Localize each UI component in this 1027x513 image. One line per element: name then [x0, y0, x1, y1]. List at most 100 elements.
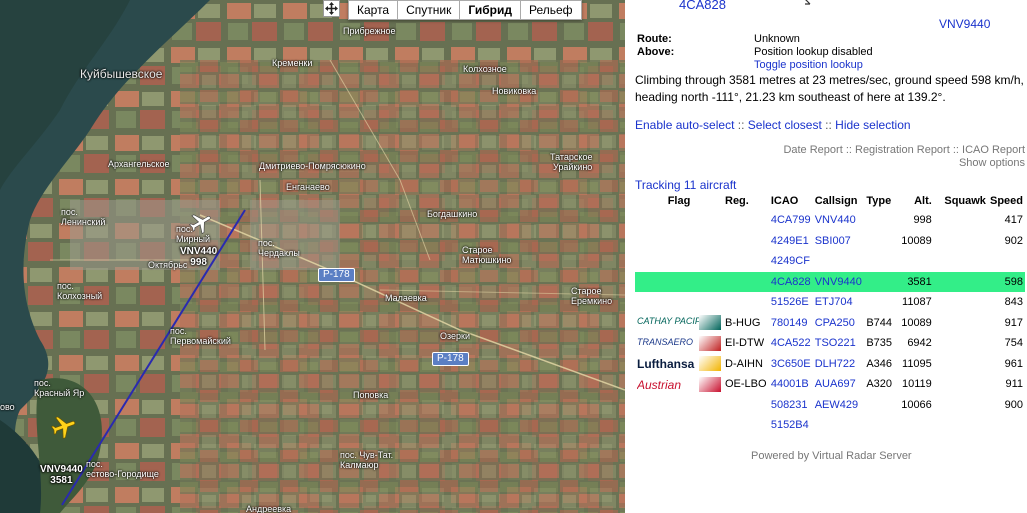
enable-auto-select-link[interactable]: Enable auto-select	[635, 118, 734, 132]
info-row: Route: Unknown	[637, 33, 873, 46]
cell-registration	[723, 271, 769, 292]
col-speed[interactable]: Speed	[988, 192, 1025, 210]
aircraft-row[interactable]: 4CA799 VNV440 998 417	[635, 210, 1025, 231]
aircraft-label: VNV9440 3581	[40, 464, 83, 486]
place-label: Куйбышевское	[80, 67, 163, 81]
info-key: Route:	[637, 33, 672, 45]
cell-speed	[988, 251, 1025, 272]
col-alt[interactable]: Alt.	[898, 192, 934, 210]
cell-squawk	[934, 374, 988, 395]
aircraft-row[interactable]: CATHAY PACIFIC B-HUG 780149 CPA250 B744 10089…	[635, 313, 1025, 334]
cell-icao: 51526E	[770, 296, 809, 309]
cell-flag: Austrian	[635, 374, 723, 395]
show-options-link[interactable]: Show options	[783, 157, 1025, 170]
col-callsign[interactable]: Callsign	[813, 192, 865, 210]
cell-registration: D-AIHN	[725, 357, 763, 370]
place-label: пос. Красный Яр	[34, 378, 85, 398]
cell-registration: OE-LBO	[725, 378, 767, 391]
pan-control[interactable]	[323, 0, 340, 17]
cell-icao: 4CA799	[770, 214, 811, 227]
cell-callsign: VNV9440	[812, 271, 865, 292]
airline-name: TRANSAERO	[637, 336, 694, 347]
aircraft-row[interactable]: 508231 AEW429 10066 900	[635, 395, 1025, 416]
cell-callsign: TSO221	[814, 337, 856, 350]
icao-report-link[interactable]: ICAO Report	[962, 144, 1025, 156]
aircraft-row[interactable]: Austrian OE-LBO 44001B AUA697 A320 10119 911	[635, 374, 1025, 395]
separator: ::	[845, 144, 852, 156]
cell-registration	[723, 251, 769, 272]
map-view[interactable]: Куйбышевское Прибрежное Кременки Колхозн…	[0, 0, 625, 513]
aircraft-row[interactable]: TRANSAERO EI-DTW 4CA522 TSO221 B735 6942 754	[635, 333, 1025, 354]
cell-altitude: 10066	[901, 398, 932, 411]
col-reg[interactable]: Reg.	[723, 192, 769, 210]
cell-squawk	[933, 271, 988, 292]
date-report-link[interactable]: Date Report	[783, 144, 842, 156]
cell-type: A320	[866, 378, 893, 391]
col-icao[interactable]: ICAO	[769, 192, 813, 210]
cell-registration	[723, 210, 769, 231]
airline-name: Austrian	[637, 377, 682, 392]
cell-speed: 911	[1005, 378, 1023, 391]
cell-squawk	[934, 395, 988, 416]
aircraft-row[interactable]: 4249E1 SBI007 10089 902	[635, 231, 1025, 252]
cell-icao: 4CA828	[768, 271, 813, 292]
cell-altitude	[898, 251, 934, 272]
map-type-selector: Карта Спутник Гибрид Рельеф	[348, 0, 582, 20]
tail-logo-icon	[699, 335, 721, 351]
cell-registration	[723, 415, 769, 436]
cell-flag	[635, 292, 723, 313]
aircraft-row[interactable]: 5152B4	[635, 415, 1025, 436]
airline-name: Lufthansa	[637, 357, 695, 372]
cell-squawk	[934, 415, 988, 436]
selected-info: Route: Unknown Above: Position lookup di…	[637, 33, 873, 72]
col-squawk[interactable]: Squawk	[934, 192, 988, 210]
col-type[interactable]: Type	[864, 192, 897, 210]
info-key: Above:	[637, 46, 675, 58]
cell-altitude	[898, 415, 934, 436]
place-label: Богдашкино	[427, 209, 478, 219]
col-flag[interactable]: Flag	[635, 192, 723, 210]
aircraft-row[interactable]: Lufthansa D-AIHN 3C650E DLH722 A346 11095 961	[635, 354, 1025, 375]
cell-callsign: SBI007	[814, 234, 851, 247]
cell-callsign: VNV440	[814, 214, 856, 227]
hide-selection-link[interactable]: Hide selection	[835, 118, 910, 132]
cell-speed: 902	[1004, 234, 1023, 247]
cell-speed: 598	[987, 271, 1025, 292]
cell-type: B744	[866, 316, 893, 329]
aircraft-row[interactable]: 4249CF	[635, 251, 1025, 272]
cell-flag	[635, 231, 723, 252]
registration-report-link[interactable]: Registration Report	[855, 144, 950, 156]
cell-flag	[635, 415, 723, 436]
aircraft-row[interactable]: 4CA828 VNV9440 3581 598	[635, 271, 1025, 292]
cell-altitude: 11087	[902, 296, 932, 309]
place-label: Озерки	[440, 331, 471, 341]
report-links: Date Report :: Registration Report :: IC…	[783, 144, 1025, 170]
map-type-satellite-button[interactable]: Спутник	[398, 1, 461, 19]
aircraft-marker-icon[interactable]	[188, 210, 214, 236]
map-type-terrain-button[interactable]: Рельеф	[521, 1, 581, 19]
selected-aircraft-marker-icon[interactable]	[50, 413, 78, 441]
selected-callsign-link[interactable]: VNV9440	[939, 17, 990, 31]
arrow-icon	[805, 0, 811, 5]
map-type-hybrid-button[interactable]: Гибрид	[460, 1, 521, 19]
selected-icao-link[interactable]: 4CA828	[679, 0, 726, 12]
cell-callsign: CPA250	[814, 316, 855, 329]
place-label: пос. Чув-Тат. Калмаюр	[340, 450, 394, 470]
toggle-position-lookup-link[interactable]: Toggle position lookup	[754, 59, 863, 72]
select-closest-link[interactable]: Select closest	[748, 118, 822, 132]
cell-altitude: 3581	[897, 271, 934, 292]
cell-icao: 5152B4	[770, 419, 809, 432]
cell-altitude: 10089	[901, 316, 932, 329]
cell-squawk	[934, 210, 988, 231]
cell-flag	[635, 271, 723, 292]
place-label: Андреевка	[246, 504, 292, 513]
aircraft-row[interactable]: 51526E ETJ704 11087 843	[635, 292, 1025, 313]
tail-logo-icon	[699, 356, 721, 372]
info-value: Unknown	[754, 33, 800, 45]
cell-squawk	[934, 354, 988, 375]
place-label: Урайкино	[553, 162, 593, 172]
cell-speed: 900	[1004, 398, 1023, 411]
cell-type	[864, 210, 897, 231]
cell-altitude: 6942	[907, 337, 932, 350]
map-type-map-button[interactable]: Карта	[349, 1, 399, 19]
